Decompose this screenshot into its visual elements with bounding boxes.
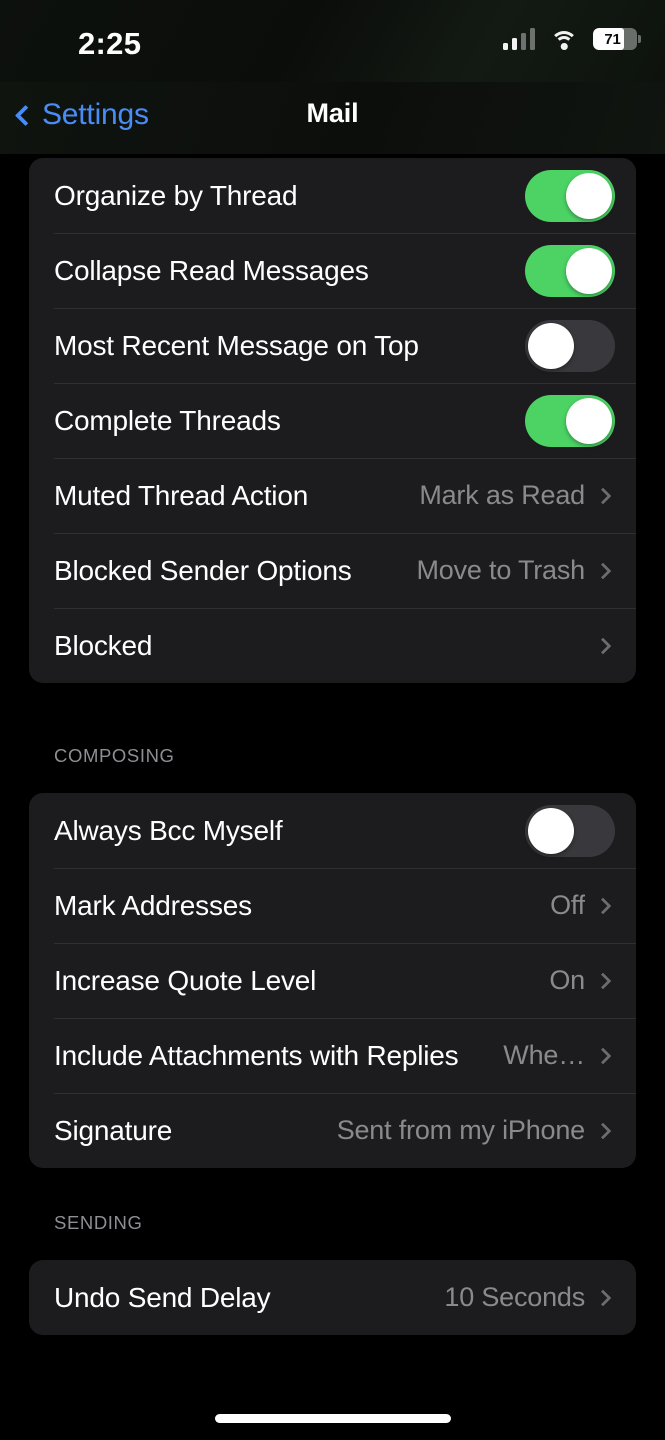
row-blocked-sender-options[interactable]: Blocked Sender Options Move to Trash (29, 533, 636, 608)
row-label: Collapse Read Messages (54, 254, 369, 286)
row-value: Move to Trash (416, 555, 585, 585)
row-label: Increase Quote Level (54, 964, 317, 996)
chevron-right-icon (594, 897, 612, 914)
status-bar-indicators: 71 (502, 27, 641, 50)
navigation-bar: Settings Mail (0, 82, 665, 154)
chevron-right-icon (594, 1047, 612, 1064)
iphone-screen: 2:25 71 Settings Mail Organize by Thread… (0, 0, 665, 1440)
row-value: Sent from my iPhone (336, 1115, 585, 1145)
row-label: Blocked Sender Options (54, 554, 352, 586)
status-bar-time: 2:25 (78, 26, 142, 61)
chevron-right-icon (594, 487, 612, 504)
home-indicator[interactable] (214, 1414, 451, 1423)
chevron-right-icon (594, 1289, 612, 1306)
row-blocked[interactable]: Blocked (29, 608, 636, 683)
settings-list[interactable]: Organize by Thread Collapse Read Message… (0, 154, 665, 1335)
wifi-icon (550, 29, 578, 50)
row-label: Include Attachments with Replies (54, 1039, 459, 1071)
row-muted-thread-action[interactable]: Muted Thread Action Mark as Read (29, 458, 636, 533)
row-always-bcc-myself[interactable]: Always Bcc Myself (29, 793, 636, 868)
row-label: Signature (54, 1114, 173, 1146)
row-undo-send-delay[interactable]: Undo Send Delay 10 Seconds (29, 1260, 636, 1335)
settings-group-sending: Undo Send Delay 10 Seconds (29, 1260, 636, 1335)
row-value: Whe… (503, 1040, 585, 1070)
page-title: Mail (306, 98, 359, 128)
row-collapse-read-messages[interactable]: Collapse Read Messages (29, 233, 636, 308)
chevron-right-icon (594, 972, 612, 989)
row-value: Mark as Read (419, 480, 585, 510)
toggle-collapse-read-messages[interactable] (525, 244, 615, 297)
toggle-always-bcc-myself[interactable] (525, 804, 615, 857)
toggle-organize-by-thread[interactable] (525, 169, 615, 222)
row-value: Off (550, 890, 585, 920)
row-label: Muted Thread Action (54, 479, 309, 511)
battery-percent-label: 71 (604, 30, 621, 48)
section-header-composing: COMPOSING (54, 745, 175, 766)
row-label: Mark Addresses (54, 889, 252, 921)
row-complete-threads[interactable]: Complete Threads (29, 383, 636, 458)
chevron-right-icon (594, 637, 612, 654)
chevron-right-icon (594, 1122, 612, 1139)
row-most-recent-message-on-top[interactable]: Most Recent Message on Top (29, 308, 636, 383)
row-label: Organize by Thread (54, 179, 298, 211)
row-label: Always Bcc Myself (54, 814, 283, 846)
row-value: 10 Seconds (444, 1282, 585, 1312)
row-label: Blocked (54, 629, 153, 661)
settings-group-composing: Always Bcc Myself Mark Addresses Off Inc… (29, 793, 636, 1168)
chevron-right-icon (594, 562, 612, 579)
cellular-signal-icon (502, 27, 535, 50)
toggle-complete-threads[interactable] (525, 394, 615, 447)
row-label: Most Recent Message on Top (54, 329, 419, 361)
battery-icon: 71 (593, 28, 641, 50)
settings-group-threading: Organize by Thread Collapse Read Message… (29, 158, 636, 683)
status-bar: 2:25 71 (0, 0, 665, 82)
row-include-attachments-with-replies[interactable]: Include Attachments with Replies Whe… (29, 1018, 636, 1093)
row-increase-quote-level[interactable]: Increase Quote Level On (29, 943, 636, 1018)
section-header-sending: SENDING (54, 1212, 143, 1233)
row-label: Undo Send Delay (54, 1281, 271, 1313)
row-signature[interactable]: Signature Sent from my iPhone (29, 1093, 636, 1168)
row-organize-by-thread[interactable]: Organize by Thread (29, 158, 636, 233)
row-mark-addresses[interactable]: Mark Addresses Off (29, 868, 636, 943)
row-value: On (549, 965, 585, 995)
row-label: Complete Threads (54, 404, 281, 436)
toggle-most-recent-message-on-top[interactable] (525, 319, 615, 372)
